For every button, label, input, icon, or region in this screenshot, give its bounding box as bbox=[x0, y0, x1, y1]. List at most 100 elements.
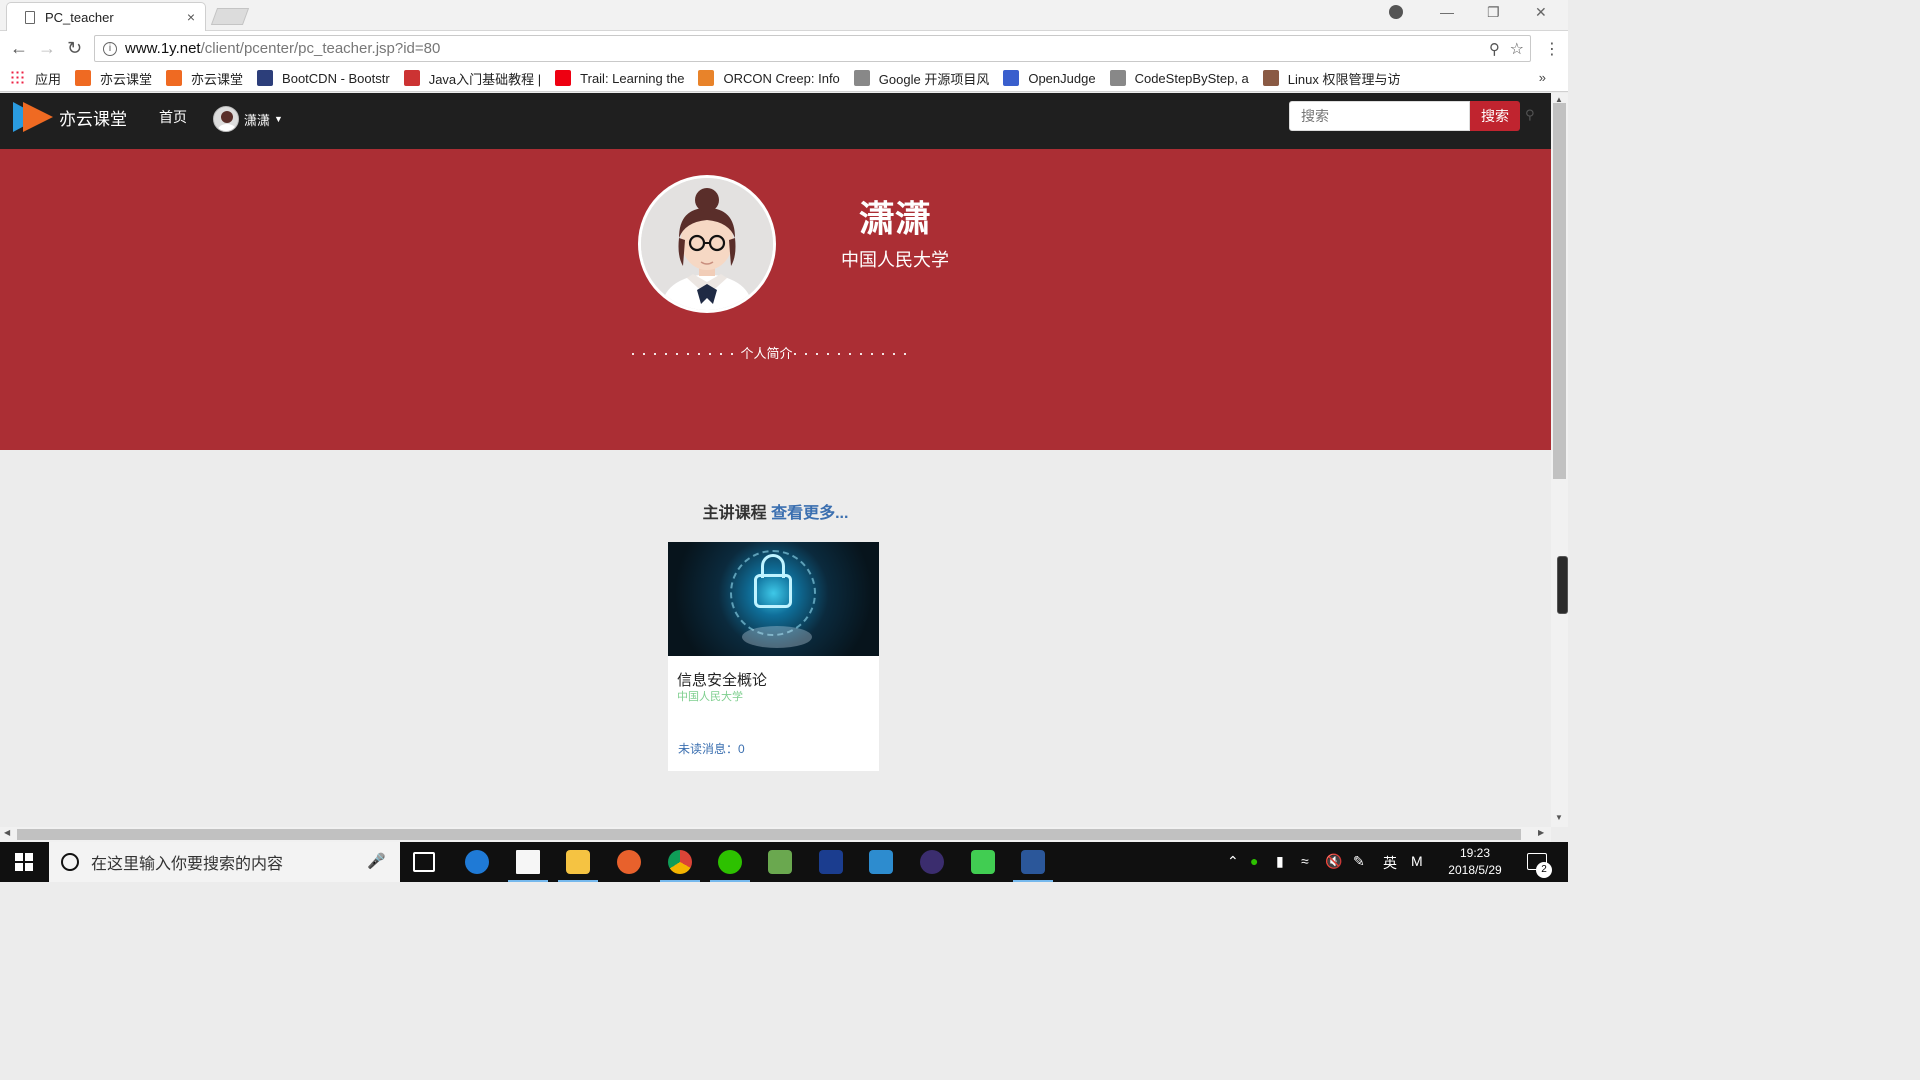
profile-hero: 潇潇 中国人民大学 ..........个人简介........... bbox=[0, 149, 1551, 450]
app-running-indicator bbox=[1013, 880, 1053, 882]
cortana-icon bbox=[61, 853, 79, 871]
bookmark-label: Linux 权限管理与访 bbox=[1287, 71, 1401, 87]
eclipse-icon[interactable] bbox=[920, 850, 944, 874]
windows-start-icon[interactable] bbox=[15, 853, 33, 871]
play-logo-icon bbox=[13, 102, 55, 132]
ime-mode[interactable]: M bbox=[1411, 853, 1423, 869]
scroll-right-icon[interactable]: ▶ bbox=[1538, 828, 1544, 837]
page-icon bbox=[1109, 70, 1126, 86]
course-thumbnail[interactable] bbox=[668, 542, 879, 656]
view-more-link[interactable]: 查看更多... bbox=[771, 505, 848, 522]
taskbar-search-box[interactable]: 在这里输入你要搜索的内容 🎤 bbox=[49, 842, 400, 882]
bookmark-item[interactable]: ORCON Creep: Info bbox=[698, 70, 840, 86]
close-window-icon[interactable]: ✕ bbox=[1535, 4, 1547, 21]
app-running-indicator bbox=[660, 880, 700, 882]
intro-link[interactable]: ..........个人简介........... bbox=[612, 339, 932, 363]
search-input[interactable] bbox=[1289, 101, 1470, 131]
bookmark-item[interactable]: OpenJudge bbox=[1003, 70, 1096, 86]
intro-dots-right: ........... bbox=[792, 339, 914, 359]
bookmark-item[interactable]: Google 开源项目风 bbox=[853, 69, 989, 88]
taskbar-search-placeholder: 在这里输入你要搜索的内容 bbox=[91, 856, 284, 873]
bookmark-item[interactable]: Java入门基础教程 | bbox=[403, 69, 542, 88]
linux-site-icon bbox=[1262, 70, 1279, 86]
new-tab-button[interactable] bbox=[210, 8, 250, 25]
courses-heading: 主讲课程 bbox=[702, 505, 767, 522]
side-floating-widget[interactable] bbox=[1557, 556, 1568, 614]
horizontal-scrollbar[interactable]: ◀ ▶ bbox=[0, 827, 1551, 842]
courses-section-title: 主讲课程 查看更多... bbox=[0, 499, 1551, 523]
unread-messages[interactable]: 未读消息：0 bbox=[678, 740, 745, 757]
teacher-school: 中国人民大学 bbox=[841, 250, 949, 270]
url-field[interactable]: i www.1y.net/client/pcenter/pc_teacher.j… bbox=[94, 35, 1531, 62]
site-logo[interactable]: 亦云课堂 bbox=[13, 102, 127, 132]
microphone-icon[interactable]: 🎤 bbox=[367, 852, 386, 870]
course-card[interactable]: 信息安全概论 中国人民大学 未读消息：0 bbox=[668, 542, 879, 771]
bookmarks-bar: 应用 亦云课堂 亦云课堂 BootCDN - Bootstr Java入门基础教程 | T… bbox=[0, 65, 1568, 92]
apps-grid-icon bbox=[10, 70, 26, 86]
bookmark-star-icon[interactable]: ☆ bbox=[1510, 39, 1524, 59]
wechat-icon[interactable] bbox=[718, 850, 742, 874]
system-clock[interactable]: 19:23 2018/5/29 bbox=[1430, 845, 1520, 879]
back-icon[interactable]: ← bbox=[10, 38, 28, 59]
bookmark-item[interactable]: BootCDN - Bootstr bbox=[257, 70, 390, 86]
scroll-down-icon[interactable]: ▼ bbox=[1555, 813, 1563, 822]
minimize-icon[interactable]: — bbox=[1440, 4, 1454, 20]
dev-cpp-icon[interactable] bbox=[819, 850, 843, 874]
firefox-icon[interactable] bbox=[617, 850, 641, 874]
yiyun-logo-icon bbox=[75, 70, 92, 86]
intro-label: 个人简介 bbox=[740, 346, 793, 361]
task-view-icon[interactable] bbox=[413, 852, 435, 872]
bookmark-item[interactable]: Trail: Learning the bbox=[555, 70, 684, 86]
zoom-icon[interactable]: ⚲ bbox=[1489, 40, 1500, 58]
file-explorer-icon[interactable] bbox=[566, 850, 590, 874]
chrome-icon[interactable] bbox=[668, 850, 692, 874]
profile-icon[interactable] bbox=[1389, 5, 1403, 19]
bookmark-item[interactable]: 应用 bbox=[10, 69, 61, 88]
oracle-icon bbox=[555, 70, 572, 86]
forward-icon[interactable]: → bbox=[38, 38, 56, 59]
edge-browser-icon[interactable] bbox=[465, 850, 489, 874]
bookmark-label: 应用 bbox=[35, 71, 62, 87]
browser-tab[interactable]: PC_teacher × bbox=[6, 2, 206, 31]
wechat-tray-icon[interactable]: ● bbox=[1250, 853, 1258, 869]
word-icon[interactable] bbox=[1021, 850, 1045, 874]
bookmark-item[interactable]: 亦云课堂 bbox=[75, 69, 152, 88]
user-menu-dropdown[interactable]: 潇潇 ▼ bbox=[213, 106, 283, 132]
vertical-scroll-thumb[interactable] bbox=[1553, 103, 1566, 479]
app-window-icon[interactable] bbox=[869, 850, 893, 874]
image-editor-icon[interactable] bbox=[768, 850, 792, 874]
bookmark-item[interactable]: CodeStepByStep, a bbox=[1109, 70, 1249, 86]
bookmark-label: 亦云课堂 bbox=[100, 71, 153, 87]
battery-icon[interactable]: ▮ bbox=[1276, 853, 1284, 870]
bookmark-item[interactable]: Linux 权限管理与访 bbox=[1262, 69, 1401, 88]
bookmark-item[interactable]: 亦云课堂 bbox=[166, 69, 243, 88]
bookmark-label: Trail: Learning the bbox=[580, 70, 685, 86]
unread-count: 0 bbox=[738, 742, 745, 756]
vertical-scrollbar[interactable]: ▲ ▼ bbox=[1551, 93, 1568, 827]
restore-icon[interactable]: ❐ bbox=[1487, 4, 1500, 21]
wifi-icon[interactable]: ≈ bbox=[1301, 853, 1309, 869]
nav-home-link[interactable]: 首页 bbox=[159, 107, 187, 127]
close-tab-icon[interactable]: × bbox=[187, 9, 195, 25]
runoob-icon bbox=[403, 70, 420, 86]
windows-taskbar: 在这里输入你要搜索的内容 🎤 ⌃ ● ▮ ≈ 🔇 ✎ 英 M 19:23 201… bbox=[0, 842, 1568, 882]
sticky-notes-icon[interactable] bbox=[516, 850, 540, 874]
qt-creator-icon[interactable] bbox=[971, 850, 995, 874]
course-title[interactable]: 信息安全概论 bbox=[677, 669, 767, 690]
site-info-icon[interactable]: i bbox=[103, 41, 117, 56]
search-button[interactable]: 搜索 bbox=[1470, 101, 1520, 131]
pen-icon[interactable]: ✎ bbox=[1353, 853, 1365, 870]
yiyun-logo-icon bbox=[166, 70, 183, 86]
logo-text: 亦云课堂 bbox=[59, 109, 127, 129]
tab-title: PC_teacher bbox=[45, 9, 114, 25]
user-name: 潇潇 bbox=[244, 112, 271, 128]
bookmark-label: Java入门基础教程 | bbox=[428, 71, 542, 87]
scroll-left-icon[interactable]: ◀ bbox=[4, 828, 10, 837]
reload-icon[interactable]: ↻ bbox=[67, 38, 82, 59]
volume-muted-icon[interactable]: 🔇 bbox=[1325, 853, 1342, 870]
more-bookmarks-icon[interactable]: » bbox=[1539, 70, 1546, 85]
horizontal-scroll-thumb[interactable] bbox=[17, 829, 1521, 840]
browser-menu-icon[interactable]: ⋮ bbox=[1544, 39, 1560, 59]
show-hidden-icons-icon[interactable]: ⌃ bbox=[1227, 853, 1239, 870]
ime-language[interactable]: 英 bbox=[1383, 853, 1397, 873]
